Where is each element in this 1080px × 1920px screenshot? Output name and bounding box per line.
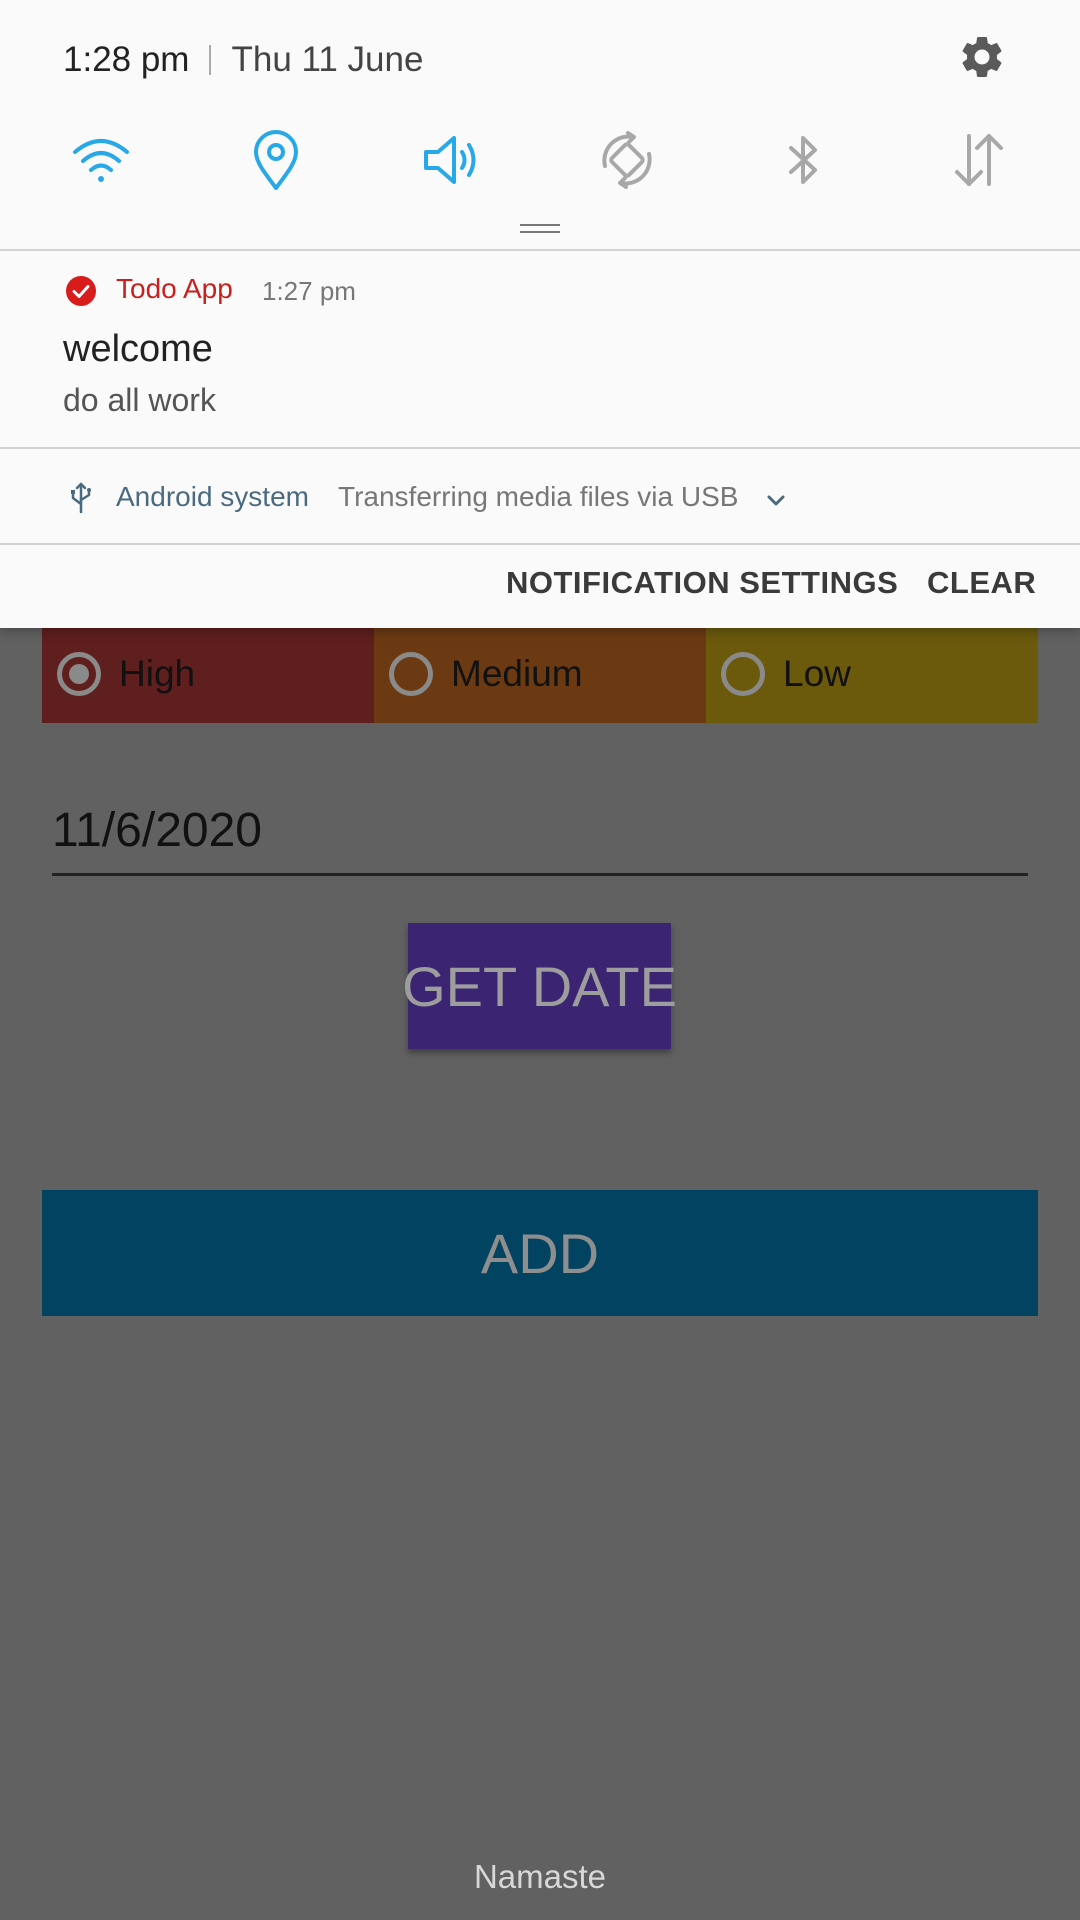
priority-low-option[interactable]: Low <box>706 625 1038 723</box>
priority-radio-group: High Medium Low <box>42 625 1038 723</box>
notification-title: welcome <box>63 328 213 370</box>
shade-drag-handle[interactable] <box>520 224 560 233</box>
location-icon[interactable] <box>241 125 311 195</box>
divider <box>0 249 1080 251</box>
quick-settings-row <box>0 125 1080 195</box>
add-button[interactable]: ADD <box>42 1190 1038 1316</box>
clock: 1:28 pm <box>63 40 190 79</box>
radio-high-icon[interactable] <box>57 652 101 696</box>
mobile-data-icon[interactable] <box>944 125 1014 195</box>
footer-text: Namaste <box>473 1858 607 1895</box>
chevron-down-icon[interactable] <box>764 488 788 512</box>
priority-high-label: High <box>119 653 196 694</box>
radio-medium-icon[interactable] <box>389 652 433 696</box>
clear-button[interactable]: CLEAR <box>927 565 1036 601</box>
radio-low-icon[interactable] <box>721 652 765 696</box>
date-field[interactable]: 11/6/2020 <box>52 780 1028 876</box>
usb-text: Transferring media files via USB <box>338 481 739 512</box>
wifi-icon[interactable] <box>66 125 136 195</box>
auto-rotate-icon[interactable] <box>592 125 662 195</box>
divider <box>0 447 1080 449</box>
notification-app-name: Todo App <box>116 273 233 304</box>
priority-high-option[interactable]: High <box>42 625 374 723</box>
priority-medium-label: Medium <box>451 653 583 694</box>
date-text[interactable]: Thu 11 June <box>231 40 423 80</box>
sound-icon[interactable] <box>417 125 487 195</box>
divider <box>0 543 1080 545</box>
notification-body: do all work <box>63 382 216 418</box>
notification-shade: 1:28 pm Thu 11 June Todo App 1:27 pm wel… <box>0 0 1080 628</box>
get-date-button[interactable]: GET DATE <box>402 923 677 1049</box>
notification-settings-button[interactable]: NOTIFICATION SETTINGS <box>506 565 898 601</box>
priority-low-label: Low <box>783 653 851 694</box>
usb-icon <box>68 482 94 514</box>
bluetooth-icon[interactable] <box>768 125 838 195</box>
todo-app-icon <box>66 276 96 306</box>
usb-app-name: Android system <box>116 481 309 512</box>
shade-header: 1:28 pm Thu 11 June <box>63 30 423 90</box>
settings-gear-icon[interactable] <box>957 32 1007 82</box>
priority-medium-option[interactable]: Medium <box>374 625 706 723</box>
header-divider <box>209 45 212 75</box>
notification-time: 1:27 pm <box>262 276 356 306</box>
